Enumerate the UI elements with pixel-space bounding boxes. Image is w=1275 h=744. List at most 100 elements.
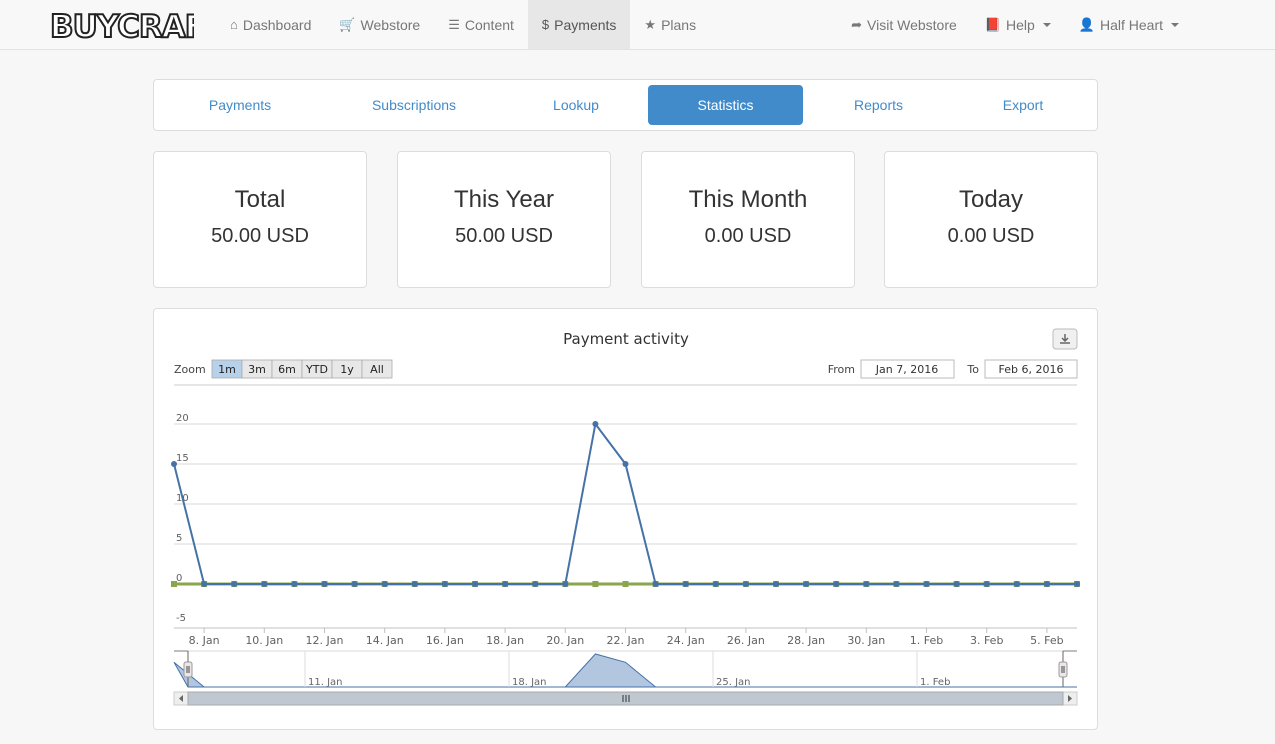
stat-label: Today — [958, 186, 1024, 213]
y-tick-label: -5 — [176, 613, 186, 624]
series-2-point — [622, 581, 629, 587]
from-date-input[interactable]: Jan 7, 2016 — [860, 359, 955, 379]
series-1-point — [1043, 581, 1050, 587]
home-icon: ⌂ — [230, 17, 238, 32]
series-1-point — [562, 581, 569, 587]
series-1-point — [532, 581, 539, 587]
navigator-label: 25. Jan — [716, 677, 751, 688]
y-tick-label: 5 — [176, 533, 182, 544]
from-label: From — [828, 363, 855, 376]
series-1-point — [682, 581, 689, 587]
svg-text:Jan 7, 2016: Jan 7, 2016 — [875, 363, 938, 376]
zoom-3m-button[interactable]: 3m — [241, 359, 273, 379]
stat-value: 50.00 USD — [211, 225, 309, 247]
series-1-point — [201, 581, 208, 587]
buycraft-logo[interactable]: BUYCRAFT — [48, 8, 194, 42]
zoom-ytd-button[interactable]: YTD — [301, 359, 333, 379]
nav-label: Dashboard — [242, 16, 312, 33]
series-2-point — [171, 581, 177, 587]
nav-help[interactable]: 📕 Help — [971, 0, 1065, 49]
svg-text:1m: 1m — [218, 363, 236, 376]
x-tick-label: 16. Jan — [426, 634, 464, 647]
series-1-point — [773, 581, 779, 587]
cart-icon: 🛒 — [339, 17, 356, 32]
stat-value: 50.00 USD — [455, 225, 553, 247]
series-1-point — [441, 581, 448, 587]
tab-lookup[interactable]: Lookup — [496, 85, 656, 125]
tab-subscriptions[interactable]: Subscriptions — [350, 85, 478, 125]
x-tick-label: 1. Feb — [910, 634, 943, 647]
x-tick-label: 24. Jan — [667, 634, 705, 647]
range-navigator[interactable]: 11. Jan 18. Jan 25. Jan 1. Feb — [173, 650, 1077, 688]
y-tick-label: 20 — [176, 413, 189, 424]
tab-reports[interactable]: Reports — [801, 85, 956, 125]
x-tick-label: 5. Feb — [1030, 634, 1063, 647]
series-1-point — [863, 581, 870, 587]
share-icon: ➦ — [851, 17, 863, 32]
series-1-point — [712, 581, 719, 587]
chart-title: Payment activity — [563, 330, 689, 348]
to-label: To — [966, 363, 979, 376]
y-tick-label: 15 — [176, 453, 189, 464]
tab-export[interactable]: Export — [959, 85, 1087, 125]
x-tick-label: 10. Jan — [245, 634, 283, 647]
series-1-point — [231, 581, 238, 587]
nav-webstore[interactable]: 🛒 Webstore — [325, 0, 434, 49]
tab-statistics[interactable]: Statistics — [648, 85, 803, 125]
tab-payments[interactable]: Payments — [176, 85, 304, 125]
payments-subnav: Payments Subscriptions Lookup Statistics Rep… — [153, 79, 1098, 131]
download-icon[interactable] — [1052, 328, 1078, 350]
main-nav: ⌂ Dashboard 🛒 Webstore ☰ Content $ Payments ★ Pla… — [216, 0, 710, 49]
series-2-point — [592, 581, 599, 587]
user-icon: 👤 — [1078, 17, 1095, 32]
to-date-input[interactable]: Feb 6, 2016 — [984, 359, 1078, 379]
svg-text:YTD: YTD — [305, 363, 328, 376]
x-tick-label: 28. Jan — [787, 634, 825, 647]
navigator-right-handle[interactable] — [1058, 651, 1068, 687]
series-1-point — [1074, 581, 1080, 587]
svg-text:3m: 3m — [248, 363, 266, 376]
caret-down-icon — [1042, 22, 1051, 27]
series-1-point — [592, 421, 599, 427]
zoom-6m-button[interactable]: 6m — [271, 359, 303, 379]
book-icon: 📕 — [984, 17, 1001, 32]
series-1-point — [953, 581, 960, 587]
stat-label: This Month — [688, 186, 808, 213]
series-1-point — [381, 581, 388, 587]
series-1-point — [411, 581, 418, 587]
x-tick-label: 26. Jan — [727, 634, 765, 647]
stat-total: Total 50.00 USD — [153, 151, 367, 288]
caret-down-icon — [1171, 22, 1179, 27]
series-1-point — [321, 581, 328, 587]
nav-plans[interactable]: ★ Plans — [630, 0, 710, 49]
stat-value: 0.00 USD — [947, 225, 1035, 247]
stat-this-month: This Month 0.00 USD — [641, 151, 855, 288]
x-tick-label: 14. Jan — [366, 634, 404, 647]
series-1-point — [622, 461, 629, 467]
zoom-1y-button[interactable]: 1y — [331, 359, 363, 379]
star-icon: ★ — [644, 17, 657, 32]
nav-label: Content — [464, 16, 514, 33]
payment-activity-panel: Payment activity Zoom 1m 3m 6m YTD 1y All From Ja… — [153, 308, 1098, 730]
nav-label: Payments — [554, 16, 617, 33]
nav-visit-webstore[interactable]: ➦ Visit Webstore — [837, 0, 971, 49]
series-1-point — [171, 461, 177, 467]
nav-half-heart[interactable]: 👤 Half Heart — [1065, 0, 1193, 49]
x-tick-label: 20. Jan — [546, 634, 584, 647]
nav-label: Webstore — [360, 16, 421, 33]
chart-scrollbar[interactable] — [173, 691, 1078, 706]
x-tick-label: 12. Jan — [306, 634, 344, 647]
x-tick-label: 30. Jan — [847, 634, 885, 647]
zoom-all-button[interactable]: All — [361, 359, 393, 379]
nav-payments[interactable]: $ Payments — [527, 0, 631, 49]
x-tick-label: 18. Jan — [486, 634, 524, 647]
series-1-point — [261, 581, 268, 587]
svg-text:All: All — [370, 363, 384, 376]
nav-content[interactable]: ☰ Content — [434, 0, 528, 49]
svg-text:6m: 6m — [278, 363, 296, 376]
dollar-icon: $ — [541, 17, 550, 32]
top-navbar: BUYCRAFT ⌂ Dashboard 🛒 Webstore ☰ Content $ Pay… — [0, 0, 1275, 50]
zoom-1m-button[interactable]: 1m — [211, 359, 243, 379]
stat-today: Today 0.00 USD — [884, 151, 1098, 288]
nav-dashboard[interactable]: ⌂ Dashboard — [216, 0, 325, 49]
